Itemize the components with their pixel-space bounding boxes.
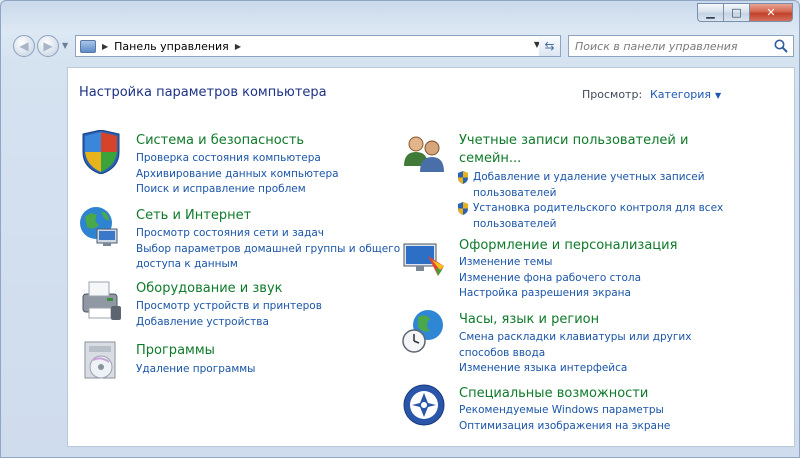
link-add-remove-accounts-label: Добавление и удаление учетных записей (473, 171, 705, 183)
link-parental-controls-cont[interactable]: пользователей (457, 217, 723, 233)
category-hardware-sound: Оборудование и звук Просмотр устройств и… (79, 278, 399, 334)
link-find-fix-problems[interactable]: Поиск и исправление проблем (136, 182, 339, 198)
link-recommended-settings[interactable]: Рекомендуемые Windows параметры (459, 403, 670, 419)
category-clock-language-region: Часы, язык и регион Смена раскладки клав… (402, 309, 722, 375)
control-panel-window: ▁ □ ✕ ◀ ▶ ▼ ▶ Панель управления ▶ ▼ ⇆ По… (0, 0, 800, 458)
network-globe-icon (80, 207, 118, 246)
breadcrumb-chevron-icon[interactable]: ▶ (235, 42, 241, 51)
maximize-button[interactable]: □ (723, 3, 749, 22)
category-ease-of-access: Специальные возможности Рекомендуемые Wi… (402, 383, 722, 439)
view-by-dropdown[interactable]: Категория ▼ (650, 88, 721, 101)
link-add-remove-accounts[interactable]: Добавление и удаление учетных записей (457, 170, 723, 186)
ease-of-access-icon (403, 384, 445, 426)
search-box (568, 35, 794, 57)
address-bar[interactable]: ▶ Панель управления ▶ ▼ (75, 35, 549, 57)
breadcrumb-control-panel[interactable]: Панель управления (114, 40, 229, 53)
view-label: Просмотр: (582, 88, 643, 101)
clock-globe-icon (402, 310, 443, 353)
link-backup-computer[interactable]: Архивирование данных компьютера (136, 167, 339, 183)
link-check-computer-status[interactable]: Проверка состояния компьютера (136, 151, 339, 167)
link-change-keyboard[interactable]: Смена раскладки клавиатуры или других (459, 330, 691, 346)
link-add-remove-accounts-cont[interactable]: пользователей (457, 186, 723, 202)
link-change-display-language[interactable]: Изменение языка интерфейса (459, 361, 691, 377)
display-palette-icon (403, 243, 444, 276)
refresh-icon: ⇆ (544, 39, 555, 53)
link-adjust-screen-resolution[interactable]: Настройка разрешения экрана (459, 286, 641, 302)
category-appearance: Оформление и персонализация Изменение те… (402, 236, 722, 302)
link-view-network-status[interactable]: Просмотр состояния сети и задач (136, 226, 400, 242)
category-title-network-internet[interactable]: Сеть и Интернет (136, 207, 251, 225)
category-title-user-accounts-line2: семейн... (459, 151, 522, 166)
printer-icon (82, 281, 121, 320)
link-uninstall-program[interactable]: Удаление программы (136, 362, 255, 378)
link-homegroup-options[interactable]: Выбор параметров домашней группы и общег… (136, 242, 400, 258)
category-title-programs[interactable]: Программы (136, 342, 215, 360)
category-network-internet: Сеть и Интернет Просмотр состояния сети … (79, 205, 400, 273)
uac-shield-icon (458, 202, 468, 215)
programs-disc-icon (84, 341, 116, 379)
link-change-keyboard-cont[interactable]: способов ввода (459, 346, 691, 362)
control-panel-content: Настройка параметров компьютера Просмотр… (67, 67, 795, 447)
refresh-button[interactable]: ⇆ (539, 35, 561, 57)
category-user-accounts: Учетные записи пользователей и семейн...… (402, 130, 723, 233)
link-change-theme[interactable]: Изменение темы (459, 255, 641, 271)
users-icon (404, 136, 444, 172)
minimize-button[interactable]: ▁ (697, 3, 723, 22)
category-title-user-accounts-line1: Учетные записи пользователей и (459, 133, 689, 148)
category-system-security: Система и безопасность Проверка состояни… (79, 130, 399, 200)
recent-pages-dropdown[interactable]: ▼ (62, 41, 68, 50)
search-icon[interactable] (773, 38, 789, 54)
close-icon: ✕ (766, 6, 776, 19)
link-optimize-display[interactable]: Оптимизация изображения на экране (459, 419, 670, 435)
category-title-system-security[interactable]: Система и безопасность (136, 132, 304, 150)
back-button[interactable]: ◀ (13, 35, 35, 57)
uac-shield-icon (458, 171, 468, 184)
minimize-icon: ▁ (706, 6, 715, 19)
category-title-clock-language-region[interactable]: Часы, язык и регион (459, 311, 599, 329)
forward-button[interactable]: ▶ (37, 35, 59, 57)
link-parental-controls[interactable]: Установка родительского контроля для все… (457, 201, 723, 217)
arrow-right-icon: ▶ (43, 39, 53, 53)
navigation-toolbar: ◀ ▶ ▼ ▶ Панель управления ▶ ▼ ⇆ (9, 31, 794, 61)
shield-flag-icon (82, 130, 120, 174)
close-button[interactable]: ✕ (749, 3, 793, 22)
caption-buttons: ▁ □ ✕ (697, 3, 793, 22)
link-add-device[interactable]: Добавление устройства (136, 315, 322, 331)
category-title-ease-of-access[interactable]: Специальные возможности (459, 385, 648, 403)
link-change-desktop-background[interactable]: Изменение фона рабочего стола (459, 271, 641, 287)
page-title: Настройка параметров компьютера (79, 85, 327, 100)
link-parental-controls-label: Установка родительского контроля для все… (473, 202, 724, 214)
view-by-value: Категория (650, 88, 711, 101)
category-title-user-accounts[interactable]: Учетные записи пользователей и семейн... (459, 132, 688, 168)
category-title-hardware-sound[interactable]: Оборудование и звук (136, 280, 283, 298)
maximize-icon: □ (731, 6, 742, 19)
search-input[interactable] (575, 39, 771, 53)
category-programs: Программы Удаление программы (79, 340, 399, 390)
control-panel-icon (80, 39, 96, 53)
link-homegroup-options-cont[interactable]: доступа к данным (136, 257, 400, 273)
arrow-left-icon: ◀ (19, 39, 29, 53)
category-title-appearance[interactable]: Оформление и персонализация (459, 237, 677, 255)
link-view-devices-printers[interactable]: Просмотр устройств и принтеров (136, 299, 322, 315)
breadcrumb-chevron-icon[interactable]: ▶ (102, 42, 108, 51)
chevron-down-icon: ▼ (714, 91, 722, 100)
